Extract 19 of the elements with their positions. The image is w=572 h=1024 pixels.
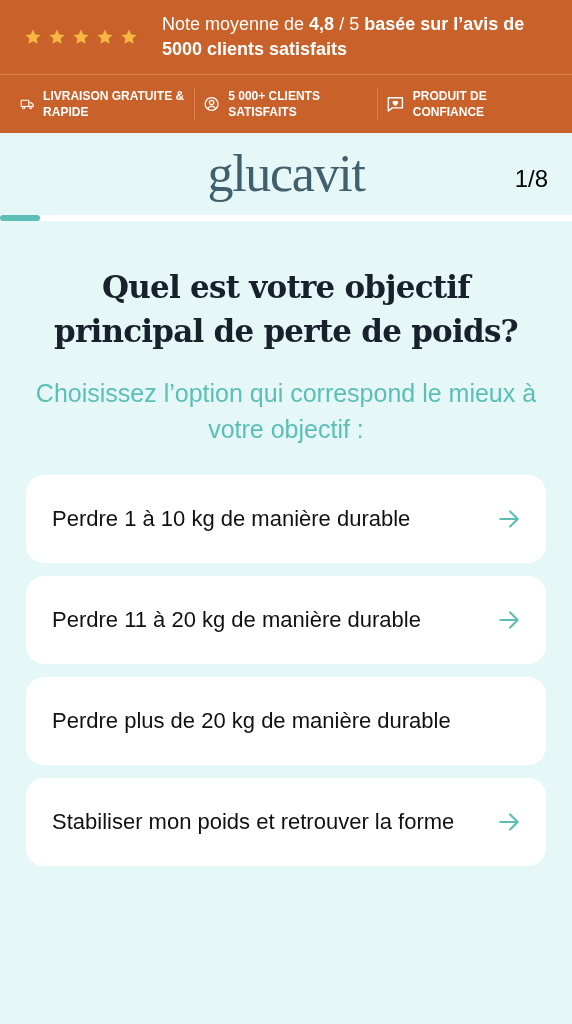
star-icon — [24, 28, 42, 46]
feature-label: 5 000+ CLIENTS SATISFAITS — [228, 88, 321, 120]
answer-option[interactable]: Perdre plus de 20 kg de manière durable — [26, 677, 546, 765]
rating-text: Note moyenne de 4,8 / 5 basée sur l’avis de 5000 clients satisfaits — [162, 13, 526, 61]
star-icon — [96, 28, 114, 46]
answer-option[interactable]: Stabiliser mon poids et retrouver la forme — [26, 778, 546, 866]
answer-option[interactable]: Perdre 1 à 10 kg de manière durable — [26, 475, 546, 563]
feature-label: LIVRAISON GRATUITE & RAPIDE — [43, 88, 186, 120]
heart-message-icon — [386, 94, 405, 114]
star-icon — [120, 28, 138, 46]
star-icon — [48, 28, 66, 46]
step-counter: 1/8 — [514, 164, 548, 194]
answer-option[interactable]: Perdre 11 à 20 kg de manière durable — [26, 576, 546, 664]
question-subtitle: Choisissez l’option qui correspond le mieux à votre objectif : — [34, 378, 538, 445]
feature-label: PRODUIT DE CONFIANCE — [412, 88, 488, 120]
brand-logo: glucavit — [207, 148, 365, 200]
user-icon — [203, 94, 221, 114]
question-title: Quel est votre objectif principal de perte de poids? — [53, 268, 519, 351]
star-icon — [72, 28, 90, 46]
